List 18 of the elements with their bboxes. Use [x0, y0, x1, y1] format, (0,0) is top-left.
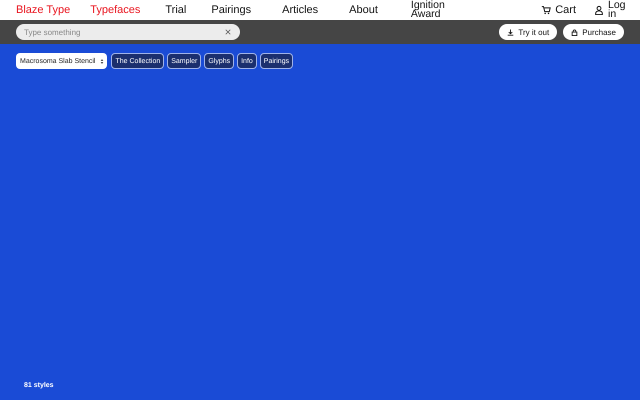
close-icon[interactable]	[225, 29, 231, 35]
nav-link[interactable]: Ignition Award	[410, 1, 453, 19]
cart-link[interactable]: Cart	[555, 4, 576, 16]
lock-icon	[571, 28, 578, 36]
login-link[interactable]: Log in	[608, 1, 628, 19]
search-field[interactable]: Type something	[16, 24, 240, 40]
cart-icon	[541, 5, 552, 15]
updown-icon	[100, 58, 104, 64]
action-button[interactable]: Try it out	[499, 24, 558, 40]
download-icon	[507, 28, 514, 36]
nav-link[interactable]: Typefaces	[90, 4, 140, 16]
brand-logo[interactable]: Blaze Type	[16, 4, 70, 16]
nav-link[interactable]: Pairings	[211, 4, 252, 16]
action-button[interactable]: Purchase	[563, 24, 624, 40]
user-icon	[594, 5, 604, 15]
nav-link[interactable]: About	[349, 4, 378, 16]
nav-link[interactable]: Articles	[282, 4, 318, 16]
nav-link[interactable]: Trial	[165, 4, 186, 16]
